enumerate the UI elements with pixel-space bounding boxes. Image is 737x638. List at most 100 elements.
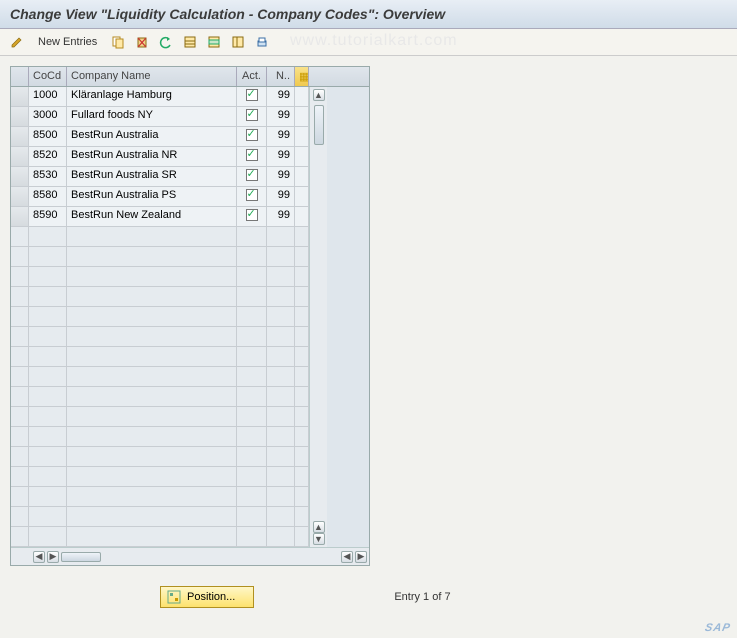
cell-cocd[interactable]: [29, 267, 67, 286]
cell-name[interactable]: [67, 307, 237, 326]
cell-n[interactable]: 99: [267, 167, 295, 186]
scroll-left2-icon[interactable]: ◀: [341, 551, 353, 563]
select-all-icon[interactable]: [181, 33, 199, 51]
cell-n[interactable]: [267, 227, 295, 246]
row-selector[interactable]: [11, 267, 29, 286]
cell-name[interactable]: BestRun Australia SR: [67, 167, 237, 186]
column-header-selector[interactable]: [11, 67, 29, 86]
cell-n[interactable]: [267, 367, 295, 386]
row-selector[interactable]: [11, 347, 29, 366]
cell-name[interactable]: BestRun Australia PS: [67, 187, 237, 206]
row-selector[interactable]: [11, 107, 29, 126]
column-header-cocd[interactable]: CoCd: [29, 67, 67, 86]
cell-name[interactable]: BestRun Australia NR: [67, 147, 237, 166]
toggle-display-change-icon[interactable]: [8, 33, 26, 51]
row-selector[interactable]: [11, 167, 29, 186]
cell-cocd[interactable]: [29, 307, 67, 326]
cell-cocd[interactable]: [29, 247, 67, 266]
cell-name[interactable]: [67, 247, 237, 266]
row-selector[interactable]: [11, 207, 29, 226]
cell-name[interactable]: [67, 327, 237, 346]
cell-n[interactable]: [267, 267, 295, 286]
scroll-right-icon[interactable]: ▶: [47, 551, 59, 563]
cell-cocd[interactable]: [29, 367, 67, 386]
active-checkbox[interactable]: [246, 209, 258, 221]
row-selector[interactable]: [11, 427, 29, 446]
cell-name[interactable]: [67, 287, 237, 306]
row-selector[interactable]: [11, 247, 29, 266]
cell-cocd[interactable]: [29, 287, 67, 306]
vertical-scrollbar[interactable]: ▲ ▲ ▼: [309, 87, 327, 547]
delete-icon[interactable]: [133, 33, 151, 51]
row-selector[interactable]: [11, 147, 29, 166]
cell-name[interactable]: [67, 447, 237, 466]
scroll-left-icon[interactable]: ◀: [33, 551, 45, 563]
cell-name[interactable]: [67, 467, 237, 486]
cell-n[interactable]: [267, 407, 295, 426]
copy-icon[interactable]: [109, 33, 127, 51]
cell-name[interactable]: BestRun Australia: [67, 127, 237, 146]
cell-name[interactable]: [67, 507, 237, 526]
column-header-name[interactable]: Company Name: [67, 67, 237, 86]
active-checkbox[interactable]: [246, 189, 258, 201]
cell-n[interactable]: [267, 347, 295, 366]
active-checkbox[interactable]: [246, 129, 258, 141]
row-selector[interactable]: [11, 527, 29, 546]
active-checkbox[interactable]: [246, 89, 258, 101]
cell-n[interactable]: [267, 427, 295, 446]
cell-cocd[interactable]: [29, 227, 67, 246]
row-selector[interactable]: [11, 127, 29, 146]
cell-n[interactable]: 99: [267, 207, 295, 226]
active-checkbox[interactable]: [246, 149, 258, 161]
cell-n[interactable]: 99: [267, 127, 295, 146]
print-icon[interactable]: [253, 33, 271, 51]
cell-cocd[interactable]: 8580: [29, 187, 67, 206]
row-selector[interactable]: [11, 407, 29, 426]
cell-cocd[interactable]: 8530: [29, 167, 67, 186]
cell-n[interactable]: [267, 307, 295, 326]
cell-n[interactable]: [267, 527, 295, 546]
deselect-all-icon[interactable]: [229, 33, 247, 51]
active-checkbox[interactable]: [246, 109, 258, 121]
cell-cocd[interactable]: [29, 447, 67, 466]
cell-name[interactable]: [67, 367, 237, 386]
cell-cocd[interactable]: [29, 347, 67, 366]
row-selector[interactable]: [11, 367, 29, 386]
row-selector[interactable]: [11, 387, 29, 406]
column-header-n[interactable]: N..: [267, 67, 295, 86]
hscroll-thumb[interactable]: [61, 552, 101, 562]
cell-n[interactable]: 99: [267, 107, 295, 126]
row-selector[interactable]: [11, 227, 29, 246]
scroll-thumb[interactable]: [314, 105, 324, 145]
cell-cocd[interactable]: 8590: [29, 207, 67, 226]
cell-name[interactable]: [67, 347, 237, 366]
cell-cocd[interactable]: [29, 387, 67, 406]
cell-cocd[interactable]: [29, 527, 67, 546]
scroll-up-icon[interactable]: ▲: [313, 89, 325, 101]
position-button[interactable]: Position...: [160, 586, 254, 608]
cell-name[interactable]: Kläranlage Hamburg: [67, 87, 237, 106]
cell-cocd[interactable]: 8520: [29, 147, 67, 166]
row-selector[interactable]: [11, 307, 29, 326]
cell-cocd[interactable]: [29, 467, 67, 486]
cell-name[interactable]: [67, 407, 237, 426]
cell-cocd[interactable]: 3000: [29, 107, 67, 126]
cell-name[interactable]: [67, 487, 237, 506]
cell-cocd[interactable]: [29, 507, 67, 526]
cell-n[interactable]: 99: [267, 147, 295, 166]
cell-name[interactable]: Fullard foods NY: [67, 107, 237, 126]
column-config-icon[interactable]: ▦: [295, 67, 309, 86]
cell-name[interactable]: [67, 387, 237, 406]
undo-icon[interactable]: [157, 33, 175, 51]
active-checkbox[interactable]: [246, 169, 258, 181]
cell-cocd[interactable]: [29, 407, 67, 426]
cell-name[interactable]: [67, 227, 237, 246]
cell-name[interactable]: BestRun New Zealand: [67, 207, 237, 226]
row-selector[interactable]: [11, 327, 29, 346]
cell-cocd[interactable]: [29, 427, 67, 446]
cell-cocd[interactable]: [29, 487, 67, 506]
cell-n[interactable]: [267, 327, 295, 346]
new-entries-button[interactable]: New Entries: [32, 34, 103, 50]
row-selector[interactable]: [11, 507, 29, 526]
row-selector[interactable]: [11, 487, 29, 506]
